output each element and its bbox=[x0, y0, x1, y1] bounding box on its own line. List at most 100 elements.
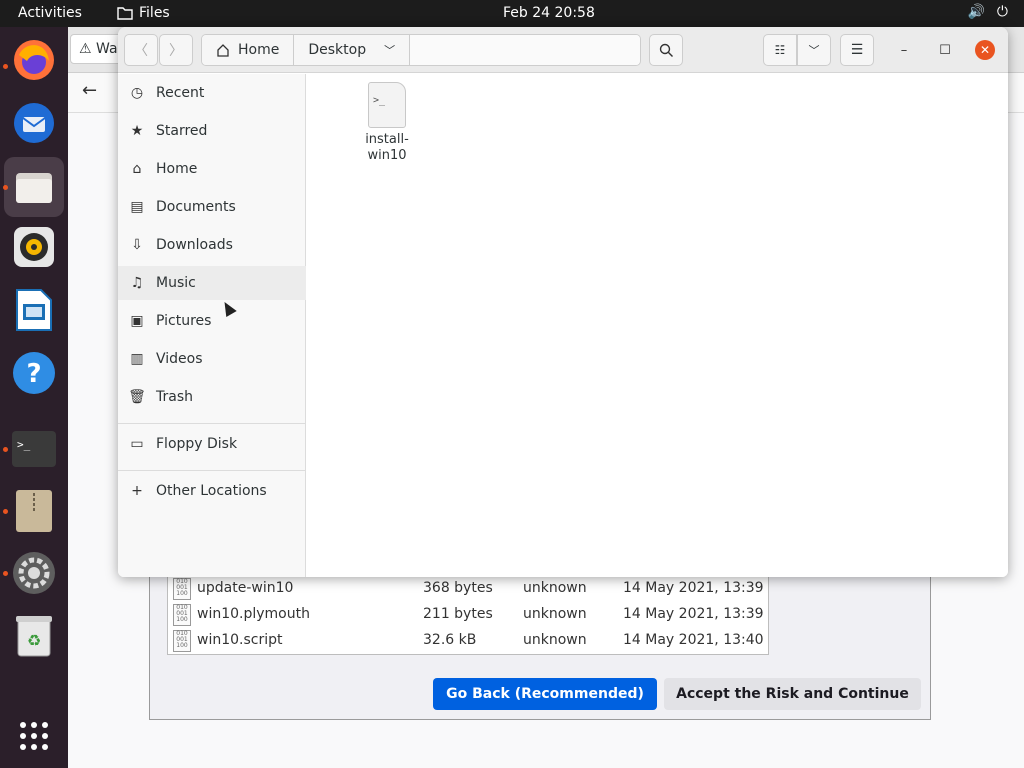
download-icon: ⇩ bbox=[131, 237, 143, 253]
activities-button[interactable]: Activities bbox=[18, 5, 82, 21]
header-bar: 〈 〉 Home Desktop ﹀ ☷ ﹀ ☰ – ☐ ✕ bbox=[118, 27, 1008, 73]
document-icon: ▤ bbox=[130, 199, 144, 215]
chevron-down-icon: ﹀ bbox=[808, 44, 820, 57]
home-icon bbox=[217, 44, 229, 57]
star-icon: ★ bbox=[130, 123, 144, 139]
app-menu[interactable]: Files bbox=[117, 5, 170, 21]
files-window: 〈 〉 Home Desktop ﹀ ☷ ﹀ ☰ – ☐ ✕ ◷ Recent bbox=[118, 27, 1008, 577]
file-view: >_ install-win10 bbox=[307, 74, 1008, 577]
file-type: unknown bbox=[523, 632, 587, 648]
path-bar: Home Desktop ﹀ bbox=[201, 34, 641, 66]
sidebar-item-label: Other Locations bbox=[156, 483, 267, 499]
volume-icon: 🔊 bbox=[967, 4, 985, 20]
binary-file-icon: 010 001 100 bbox=[173, 604, 191, 626]
dock: ? >_ ♻ bbox=[0, 27, 68, 768]
file-install-win10[interactable]: >_ install-win10 bbox=[352, 82, 422, 164]
file-name: win10.plymouth bbox=[197, 606, 310, 622]
search-icon bbox=[659, 43, 673, 57]
system-tray[interactable]: 🔊 ⏻ bbox=[967, 4, 1008, 20]
picture-icon: ▣ bbox=[130, 313, 144, 329]
sidebar-item-label: Home bbox=[156, 161, 198, 177]
close-icon: ✕ bbox=[979, 43, 991, 57]
back-arrow-icon[interactable]: ← bbox=[82, 80, 97, 101]
sidebar-item-label: Trash bbox=[156, 389, 193, 405]
sidebar-item-label: Documents bbox=[156, 199, 236, 215]
running-indicator bbox=[3, 509, 8, 514]
video-icon: ▥ bbox=[130, 351, 144, 367]
forward-button[interactable]: 〉 bbox=[159, 34, 193, 66]
hamburger-icon: ☰ bbox=[850, 42, 864, 58]
minimize-button[interactable]: – bbox=[894, 40, 914, 60]
files-icon[interactable] bbox=[4, 157, 64, 217]
main-menu-button[interactable]: ☰ bbox=[840, 34, 874, 66]
path-desktop-label: Desktop bbox=[308, 42, 367, 58]
sidebar-divider bbox=[118, 423, 306, 424]
top-bar: Activities Files Feb 24 20:58 🔊 ⏻ bbox=[0, 0, 1024, 27]
plus-icon: + bbox=[131, 483, 143, 499]
file-size: 32.6 kB bbox=[423, 632, 477, 648]
file-date: 14 May 2021, 13:39 bbox=[623, 580, 764, 596]
music-icon: ♫ bbox=[130, 275, 144, 291]
sidebar-item-label: Pictures bbox=[156, 313, 212, 329]
svg-text:♻: ♻ bbox=[27, 631, 41, 650]
trash-icon[interactable]: ♻ bbox=[10, 612, 58, 660]
file-date: 14 May 2021, 13:40 bbox=[623, 632, 764, 648]
sidebar-item-other-locations[interactable]: + Other Locations bbox=[118, 474, 306, 508]
terminal-icon[interactable]: >_ bbox=[10, 425, 58, 473]
path-home-label: Home bbox=[238, 42, 280, 58]
accept-risk-button[interactable]: Accept the Risk and Continue bbox=[664, 678, 921, 710]
sidebar-divider bbox=[118, 470, 306, 471]
rhythmbox-icon[interactable] bbox=[10, 223, 58, 271]
libreoffice-impress-icon[interactable] bbox=[10, 286, 58, 334]
sidebar-item-music[interactable]: ♫ Music bbox=[118, 266, 306, 300]
close-button[interactable]: ✕ bbox=[975, 40, 995, 60]
sidebar: ◷ Recent ★ Starred ⌂ Home ▤ Documents ⇩ … bbox=[118, 74, 306, 577]
firefox-icon[interactable] bbox=[10, 36, 58, 84]
clock[interactable]: Feb 24 20:58 bbox=[503, 5, 595, 21]
clock-icon: ◷ bbox=[130, 85, 144, 101]
sidebar-item-label: Recent bbox=[156, 85, 205, 101]
chevron-down-icon: ﹀ bbox=[384, 44, 396, 57]
sidebar-item-label: Downloads bbox=[156, 237, 233, 253]
list-view-icon: ☷ bbox=[774, 43, 786, 57]
sidebar-item-pictures[interactable]: ▣ Pictures bbox=[118, 304, 306, 338]
path-empty bbox=[410, 35, 640, 65]
sidebar-item-floppy-disk[interactable]: ▭ Floppy Disk bbox=[118, 427, 306, 461]
file-type: unknown bbox=[523, 580, 587, 596]
path-desktop[interactable]: Desktop ﹀ bbox=[294, 35, 411, 65]
sidebar-item-recent[interactable]: ◷ Recent bbox=[118, 76, 306, 110]
maximize-button[interactable]: ☐ bbox=[935, 40, 955, 60]
running-indicator bbox=[3, 571, 8, 576]
settings-icon[interactable] bbox=[10, 549, 58, 597]
file-date: 14 May 2021, 13:39 bbox=[623, 606, 764, 622]
sidebar-item-videos[interactable]: ▥ Videos bbox=[118, 342, 306, 376]
file-size: 368 bytes bbox=[423, 580, 493, 596]
path-home[interactable]: Home bbox=[202, 35, 295, 65]
sidebar-item-label: Videos bbox=[156, 351, 203, 367]
maximize-icon: ☐ bbox=[939, 42, 951, 58]
minimize-icon: – bbox=[900, 42, 908, 58]
help-icon[interactable]: ? bbox=[10, 349, 58, 397]
archive-icon[interactable] bbox=[10, 487, 58, 535]
file-size: 211 bytes bbox=[423, 606, 493, 622]
binary-file-icon: 010 001 100 bbox=[173, 578, 191, 600]
thunderbird-icon[interactable] bbox=[10, 99, 58, 147]
view-options-button[interactable]: ﹀ bbox=[797, 34, 831, 66]
sidebar-item-label: Music bbox=[156, 275, 196, 291]
search-button[interactable] bbox=[649, 34, 683, 66]
back-button[interactable]: 〈 bbox=[124, 34, 158, 66]
go-back-button[interactable]: Go Back (Recommended) bbox=[433, 678, 657, 710]
svg-text:?: ? bbox=[26, 359, 41, 389]
sidebar-item-downloads[interactable]: ⇩ Downloads bbox=[118, 228, 306, 262]
script-file-icon: >_ bbox=[368, 82, 406, 128]
file-label: install-win10 bbox=[365, 132, 409, 163]
trash-icon: 🗑 bbox=[128, 389, 146, 405]
view-list-button[interactable]: ☷ bbox=[763, 34, 797, 66]
sidebar-item-home[interactable]: ⌂ Home bbox=[118, 152, 306, 186]
sidebar-item-starred[interactable]: ★ Starred bbox=[118, 114, 306, 148]
sidebar-item-trash[interactable]: 🗑 Trash bbox=[118, 380, 306, 414]
app-grid-icon[interactable] bbox=[10, 712, 58, 760]
running-indicator bbox=[3, 185, 8, 190]
sidebar-item-documents[interactable]: ▤ Documents bbox=[118, 190, 306, 224]
svg-text:>_: >_ bbox=[17, 438, 31, 451]
